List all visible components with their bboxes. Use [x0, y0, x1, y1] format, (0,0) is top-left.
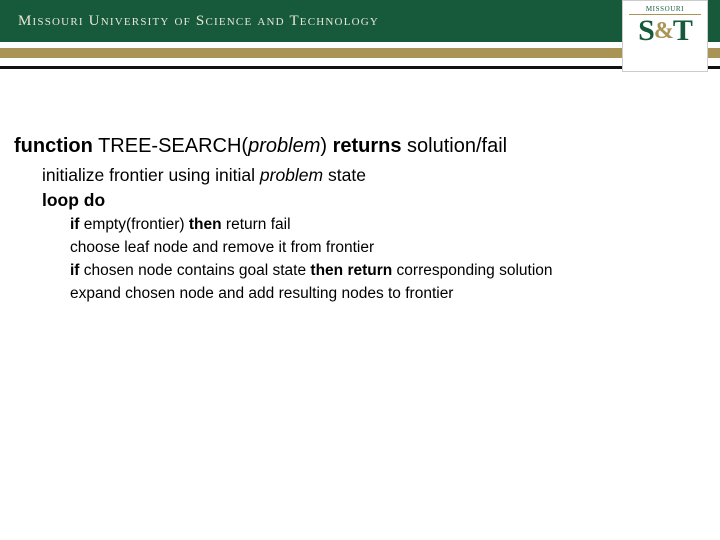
text-expand: expand chosen node and add resulting nod… [70, 285, 453, 302]
keyword-if-1: if [70, 216, 84, 233]
university-name: Missouri University of Science and Techn… [18, 13, 379, 30]
line-if-goal: if chosen node contains goal state then … [14, 261, 706, 282]
function-close: ) [320, 135, 332, 157]
text-init-problem: problem [260, 165, 323, 185]
keyword-then-return: then return [310, 262, 396, 279]
keyword-if-2: if [70, 262, 84, 279]
line-if-empty: if empty(frontier) then return fail [14, 215, 706, 236]
text-init-a: initialize frontier using initial [42, 165, 260, 185]
logo-s: S [638, 14, 654, 47]
line-expand: expand chosen node and add resulting nod… [14, 284, 706, 305]
text-goal: chosen node contains goal state [84, 262, 311, 279]
text-init-c: state [323, 165, 366, 185]
line-choose: choose leaf node and remove it from fron… [14, 238, 706, 259]
logo-ampersand: & [654, 18, 673, 44]
text-choose: choose leaf node and remove it from fron… [70, 239, 374, 256]
slide-content: function TREE-SEARCH(problem) returns so… [0, 78, 720, 304]
text-return-fail: return fail [226, 216, 291, 233]
return-values: solution/fail [401, 135, 507, 157]
title-bar: Missouri University of Science and Techn… [0, 0, 720, 42]
function-arg: problem [248, 135, 320, 157]
university-logo: MISSOURI S&T [622, 0, 708, 72]
function-signature: function TREE-SEARCH(problem) returns so… [14, 134, 706, 159]
gold-divider [0, 48, 720, 58]
black-divider [0, 66, 720, 69]
logo-t: T [673, 14, 692, 47]
text-solution: corresponding solution [397, 262, 553, 279]
function-name: TREE-SEARCH( [93, 135, 248, 157]
keyword-returns: returns [333, 135, 402, 157]
text-empty: empty(frontier) [84, 216, 189, 233]
line-loop: loop do [14, 190, 706, 212]
logo-main-text: S&T [629, 17, 701, 44]
keyword-then-1: then [189, 216, 226, 233]
line-initialize: initialize frontier using initial proble… [14, 165, 706, 187]
keyword-loop: loop do [42, 190, 105, 210]
slide-header: Missouri University of Science and Techn… [0, 0, 720, 78]
keyword-function: function [14, 135, 93, 157]
